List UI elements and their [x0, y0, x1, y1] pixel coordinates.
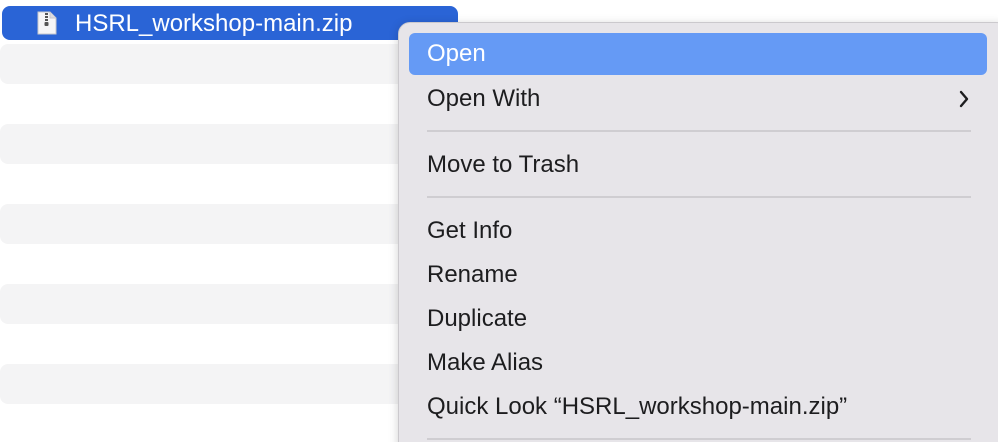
finder-window: HSRL_workshop-main.zip Open Open With Mo…	[0, 0, 998, 442]
list-row-background	[0, 44, 420, 84]
menu-item-move-to-trash[interactable]: Move to Trash	[409, 144, 987, 186]
menu-item-label: Move to Trash	[427, 151, 580, 178]
menu-item-duplicate[interactable]: Duplicate	[409, 298, 987, 340]
list-row-background	[0, 364, 420, 404]
zip-file-icon	[36, 11, 58, 35]
menu-item-label: Open	[427, 40, 486, 67]
context-menu: Open Open With Move to Trash Get Info Re…	[398, 22, 998, 442]
menu-item-rename[interactable]: Rename	[409, 254, 987, 296]
menu-item-label: Duplicate	[427, 305, 528, 332]
list-row-background	[0, 284, 420, 324]
menu-item-quick-look[interactable]: Quick Look “HSRL_workshop-main.zip”	[409, 386, 987, 428]
menu-item-label: Get Info	[427, 217, 513, 244]
menu-item-open[interactable]: Open	[409, 33, 987, 75]
menu-item-open-with[interactable]: Open With	[409, 78, 987, 120]
menu-item-label: Quick Look “HSRL_workshop-main.zip”	[427, 393, 848, 420]
selected-file-row[interactable]: HSRL_workshop-main.zip	[2, 6, 458, 40]
list-row-background	[0, 204, 420, 244]
menu-item-label: Rename	[427, 261, 518, 288]
chevron-right-icon	[957, 78, 971, 120]
menu-item-label: Open With	[427, 85, 541, 112]
menu-separator	[427, 438, 971, 440]
list-row-background	[0, 124, 420, 164]
menu-item-get-info[interactable]: Get Info	[409, 210, 987, 252]
menu-separator	[427, 196, 971, 198]
menu-item-label: Make Alias	[427, 349, 544, 376]
menu-item-make-alias[interactable]: Make Alias	[409, 342, 987, 384]
file-name-label: HSRL_workshop-main.zip	[75, 10, 353, 37]
menu-separator	[427, 130, 971, 132]
